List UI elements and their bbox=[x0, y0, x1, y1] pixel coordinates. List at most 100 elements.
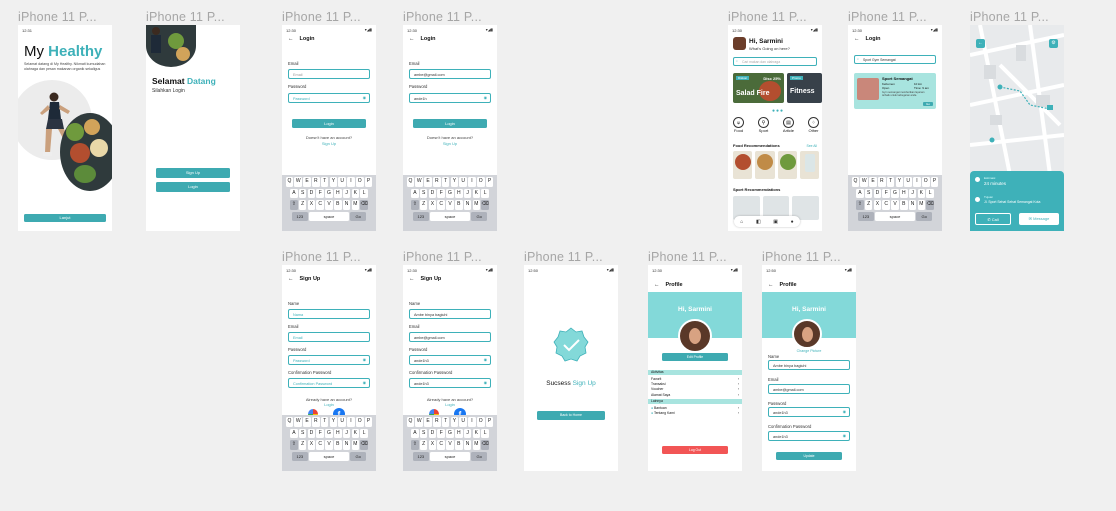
numbers-key[interactable]: 123 bbox=[412, 451, 429, 461]
confirm-password-field[interactable]: ande1h3 ◉ bbox=[768, 431, 850, 441]
key[interactable]: L bbox=[481, 428, 489, 438]
key[interactable]: O bbox=[921, 177, 930, 187]
key[interactable]: H bbox=[454, 428, 463, 438]
delete-key[interactable]: ⌫ bbox=[360, 440, 368, 450]
key[interactable]: V bbox=[446, 440, 454, 450]
key[interactable]: Y bbox=[895, 177, 904, 187]
key[interactable]: M bbox=[351, 440, 360, 450]
key[interactable]: E bbox=[424, 177, 432, 187]
key[interactable]: F bbox=[316, 428, 325, 438]
see-all-link[interactable]: See All bbox=[806, 144, 817, 148]
back-arrow-icon[interactable]: ← bbox=[288, 36, 294, 42]
key[interactable]: F bbox=[437, 428, 446, 438]
email-field[interactable]: ambe@gmail.com bbox=[768, 384, 850, 394]
key[interactable]: J bbox=[342, 428, 351, 438]
key[interactable]: J bbox=[342, 188, 351, 198]
key[interactable]: P bbox=[485, 177, 494, 187]
category-sport[interactable]: ⚲ Sport bbox=[757, 117, 769, 133]
email-field[interactable]: Email bbox=[288, 332, 370, 342]
key[interactable]: I bbox=[347, 177, 355, 187]
key[interactable]: G bbox=[325, 188, 333, 198]
key[interactable]: B bbox=[333, 200, 342, 210]
key[interactable]: M bbox=[351, 200, 360, 210]
key[interactable]: B bbox=[454, 200, 463, 210]
key[interactable]: I bbox=[913, 177, 921, 187]
key[interactable]: P bbox=[485, 417, 494, 427]
continue-button[interactable]: Lanjut bbox=[24, 214, 106, 222]
key[interactable]: S bbox=[298, 188, 307, 198]
key[interactable]: X bbox=[873, 200, 882, 210]
confirm-password-field[interactable]: Confirmation Password ◉ bbox=[288, 378, 370, 388]
login-button[interactable]: Login bbox=[156, 182, 230, 192]
search-input[interactable]: ⌕ Cari makan dan olahraga bbox=[733, 57, 817, 66]
key[interactable]: Q bbox=[285, 417, 294, 427]
sign-up-link[interactable]: Sign Up bbox=[282, 141, 376, 146]
back-arrow-icon[interactable]: ← bbox=[768, 282, 774, 288]
back-arrow-icon[interactable]: ← bbox=[654, 282, 660, 288]
shift-key[interactable]: ⇧ bbox=[290, 200, 298, 210]
key[interactable]: N bbox=[463, 200, 472, 210]
email-field[interactable]: ambe@gmail.com bbox=[409, 69, 491, 79]
key[interactable]: B bbox=[899, 200, 908, 210]
key[interactable]: Q bbox=[406, 417, 415, 427]
key[interactable]: A bbox=[856, 188, 864, 198]
password-field[interactable]: ande1h ◉ bbox=[409, 93, 491, 103]
shift-key[interactable]: ⇧ bbox=[290, 440, 298, 450]
key[interactable]: D bbox=[873, 188, 882, 198]
key[interactable]: K bbox=[351, 428, 360, 438]
key[interactable]: N bbox=[463, 440, 472, 450]
key[interactable]: A bbox=[411, 428, 419, 438]
key[interactable]: Z bbox=[864, 200, 873, 210]
delete-key[interactable]: ⌫ bbox=[926, 200, 934, 210]
key[interactable]: V bbox=[325, 440, 333, 450]
banner-card[interactable]: Diskon Disc 25% Salad Fire bbox=[733, 73, 784, 103]
key[interactable]: A bbox=[290, 188, 298, 198]
key[interactable]: C bbox=[316, 440, 325, 450]
back-home-button[interactable]: Back to Home bbox=[537, 411, 605, 420]
key[interactable]: K bbox=[351, 188, 360, 198]
sign-up-button[interactable]: Sign Up bbox=[156, 168, 230, 178]
key[interactable]: D bbox=[307, 188, 316, 198]
key[interactable]: W bbox=[860, 177, 869, 187]
menu-item[interactable]: Alamat Saya › bbox=[651, 393, 739, 398]
key[interactable]: M bbox=[472, 440, 481, 450]
key[interactable]: T bbox=[441, 417, 450, 427]
numbers-key[interactable]: 123 bbox=[291, 211, 308, 221]
key[interactable]: S bbox=[298, 428, 307, 438]
food-card[interactable] bbox=[799, 151, 819, 179]
login-link[interactable]: Login bbox=[403, 402, 497, 407]
key[interactable]: U bbox=[459, 417, 467, 427]
key[interactable]: O bbox=[355, 177, 364, 187]
space-key[interactable]: space bbox=[430, 211, 470, 221]
key[interactable]: W bbox=[294, 417, 303, 427]
key[interactable]: L bbox=[926, 188, 934, 198]
key[interactable]: E bbox=[869, 177, 877, 187]
login-button[interactable]: Login bbox=[413, 119, 487, 128]
key[interactable]: J bbox=[463, 428, 472, 438]
logout-button[interactable]: Log Out bbox=[662, 446, 728, 454]
key[interactable]: U bbox=[459, 177, 467, 187]
key[interactable]: O bbox=[355, 417, 364, 427]
key[interactable]: O bbox=[476, 417, 485, 427]
go-key[interactable]: Go bbox=[916, 211, 933, 221]
key[interactable]: I bbox=[468, 177, 476, 187]
key[interactable]: Z bbox=[298, 200, 307, 210]
category-article[interactable]: ▤ Article bbox=[783, 117, 794, 133]
key[interactable]: I bbox=[468, 417, 476, 427]
key[interactable]: H bbox=[333, 428, 342, 438]
key[interactable]: Z bbox=[419, 440, 428, 450]
key[interactable]: O bbox=[476, 177, 485, 187]
numbers-key[interactable]: 123 bbox=[291, 451, 308, 461]
call-button[interactable]: ✆ Call bbox=[975, 213, 1011, 225]
confirm-password-field[interactable]: ande1h3 ◉ bbox=[409, 378, 491, 388]
key[interactable]: Z bbox=[298, 440, 307, 450]
category-food[interactable]: ⍦ Food bbox=[733, 117, 744, 133]
password-field[interactable]: Password ◉ bbox=[288, 93, 370, 103]
message-button[interactable]: ✉ Message bbox=[1019, 213, 1059, 225]
password-field[interactable]: ande1h3 ◉ bbox=[768, 407, 850, 417]
shift-key[interactable]: ⇧ bbox=[856, 200, 864, 210]
key[interactable]: X bbox=[428, 200, 437, 210]
space-key[interactable]: space bbox=[430, 451, 470, 461]
food-card[interactable] bbox=[733, 151, 753, 179]
email-field[interactable]: ambe@gmail.com bbox=[409, 332, 491, 342]
